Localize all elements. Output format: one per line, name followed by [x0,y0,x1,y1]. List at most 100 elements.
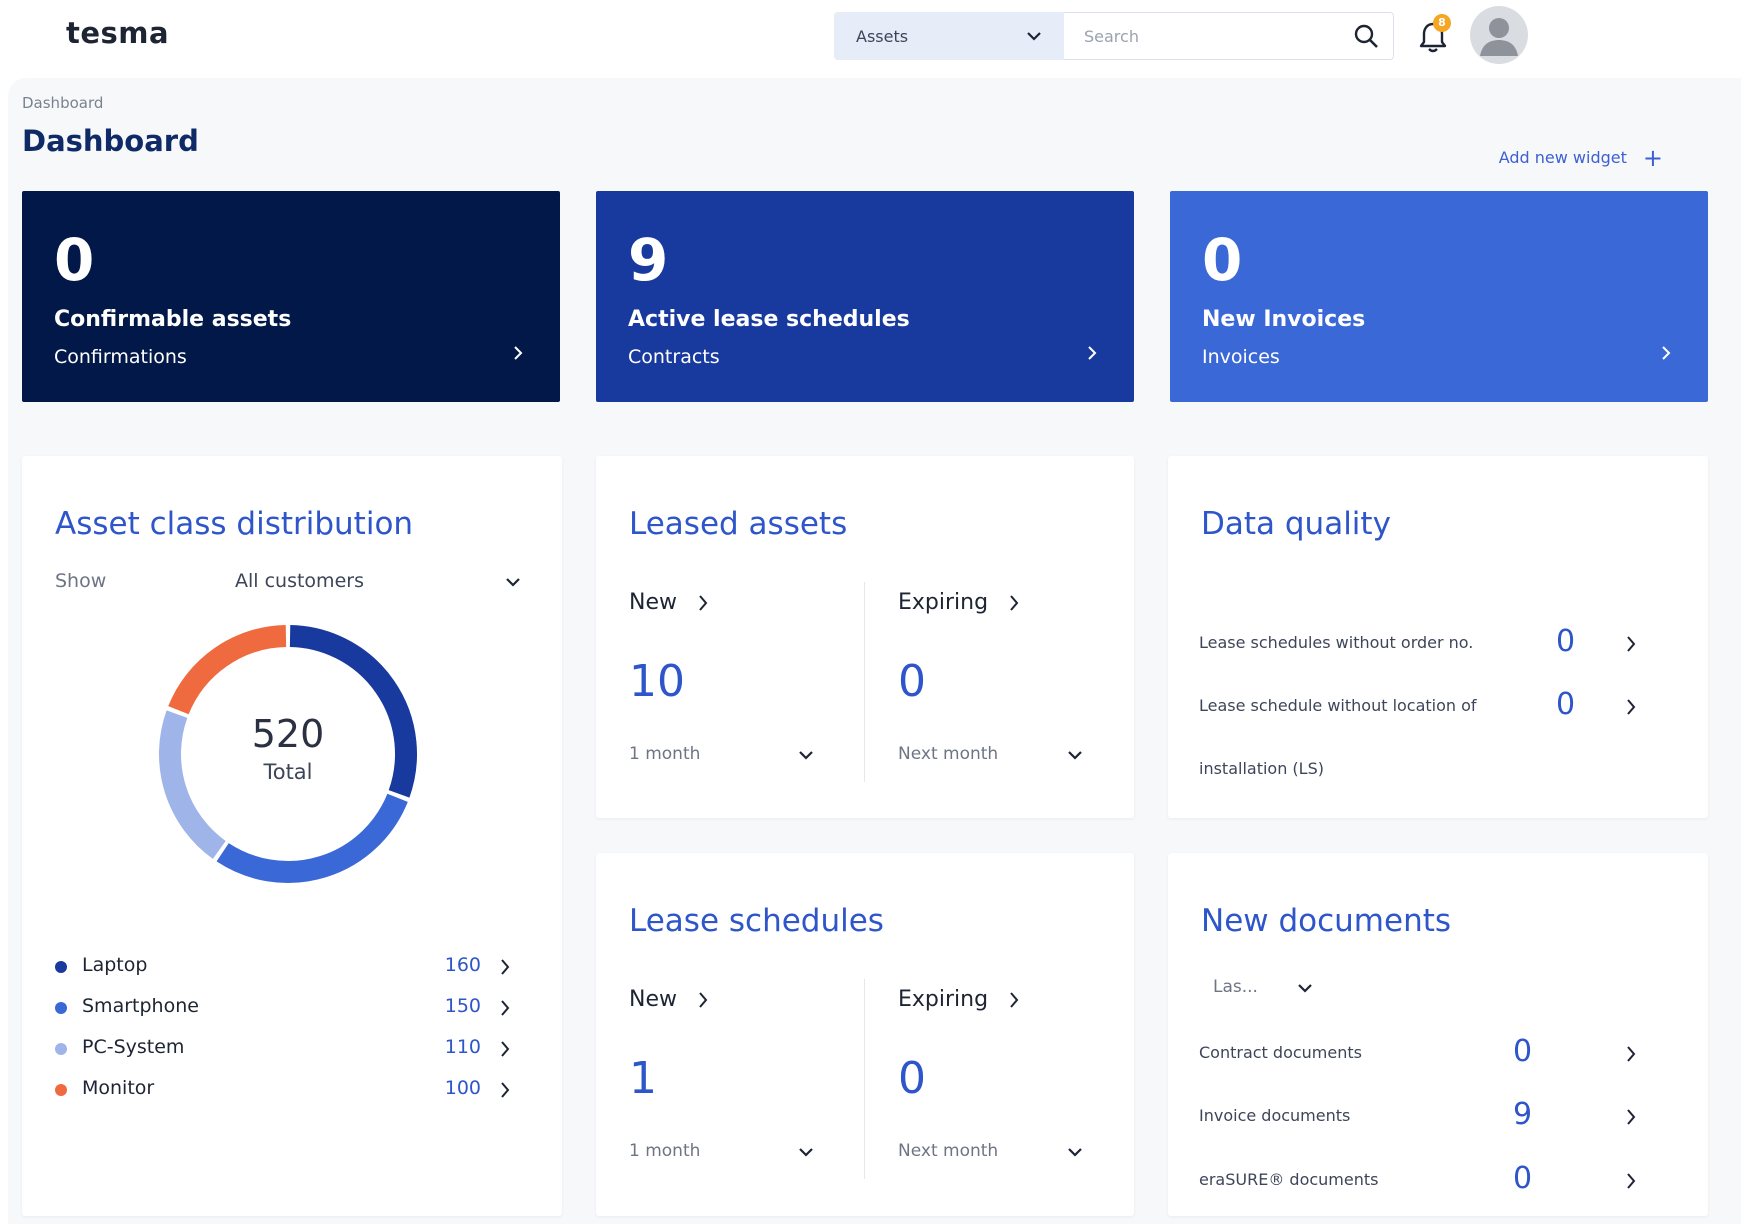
add-widget-label: Add new widget [1498,148,1627,167]
new-period-select[interactable]: 1 month [629,1135,814,1169]
kpi-value: 0 [1202,226,1243,294]
breadcrumb[interactable]: Dashboard [22,94,103,112]
legend-label: Smartphone [82,995,199,1017]
row-label: Lease schedule without location of [1199,696,1477,715]
kpi-value: 0 [54,226,95,294]
chevron-down-icon [506,578,520,587]
chevron-right-icon [699,991,708,1008]
new-documents-card: New documents Las... Contract documents … [1168,853,1708,1216]
search-input[interactable] [1084,26,1353,46]
schedules-expiring-link[interactable]: Expiring [898,987,1020,1012]
new-value: 1 [629,1053,657,1104]
card-title: Data quality [1201,506,1391,542]
lease-schedules-card: Lease schedules New 1 1 month Expiring 0… [596,853,1134,1216]
new-value: 10 [629,656,685,707]
chevron-right-icon [1010,991,1019,1008]
legend-item-smartphone[interactable]: Smartphone 150 [55,993,545,1025]
customer-filter-select[interactable]: All customers [235,562,545,602]
notifications-button[interactable]: 8 [1418,14,1452,54]
kpi-subtitle: Invoices [1202,346,1280,368]
donut-segment-smartphone[interactable] [216,793,408,883]
chevron-right-icon [1662,346,1671,360]
legend-value: 100 [444,1077,481,1099]
expiring-label: Expiring [898,987,989,1012]
leased-assets-card: Leased assets New 10 1 month Expiring 0 … [596,456,1134,818]
kpi-title: Confirmable assets [54,307,292,332]
schedules-new-link[interactable]: New [629,987,709,1012]
notification-badge: 8 [1433,14,1451,32]
documents-row-invoice[interactable]: Invoice documents 9 [1199,1097,1679,1137]
documents-row-erasure[interactable]: eraSURE® documents 0 [1199,1161,1679,1201]
top-bar: tesma Assets 8 [0,0,1741,74]
period-value: Las... [1213,977,1258,997]
data-quality-row[interactable]: Lease schedules without order no. 0 [1199,624,1679,664]
new-label: New [629,987,677,1012]
data-quality-row[interactable]: Lease schedule without location of insta… [1199,687,1679,787]
row-value: 9 [1513,1097,1533,1132]
row-value: 0 [1513,1034,1533,1069]
period-value: Next month [898,1141,999,1161]
card-title: New documents [1201,903,1452,939]
documents-period-select[interactable]: Las... [1213,971,1323,1005]
kpi-confirmable-assets[interactable]: 0 Confirmable assets Confirmations [22,191,560,402]
avatar[interactable] [1470,6,1528,64]
leased-expiring-link[interactable]: Expiring [898,590,1020,615]
row-label: Invoice documents [1199,1106,1351,1125]
kpi-title: Active lease schedules [628,307,910,332]
search-icon[interactable] [1353,23,1379,49]
chevron-right-icon [1627,1173,1636,1189]
chevron-right-icon [699,594,708,611]
chevron-right-icon [514,346,523,360]
legend-label: Laptop [82,954,148,976]
divider [864,979,865,1179]
chevron-right-icon [501,1000,510,1016]
expiring-period-select[interactable]: Next month [898,738,1083,772]
data-quality-card: Data quality Lease schedules without ord… [1168,456,1708,818]
legend-item-pc-system[interactable]: PC-System 110 [55,1034,545,1066]
legend-item-monitor[interactable]: Monitor 100 [55,1075,545,1107]
documents-row-contract[interactable]: Contract documents 0 [1199,1034,1679,1074]
legend-label: PC-System [82,1036,185,1058]
row-value: 0 [1513,1161,1533,1196]
expiring-label: Expiring [898,590,989,615]
chevron-right-icon [1627,1109,1636,1125]
kpi-subtitle: Contracts [628,346,720,368]
row-label-continued: installation (LS) [1199,759,1324,778]
chevron-down-icon [1068,1148,1082,1157]
chevron-down-icon [799,751,813,760]
donut-segment-monitor[interactable] [168,625,287,715]
row-label: eraSURE® documents [1199,1170,1379,1189]
period-value: Next month [898,744,999,764]
expiring-value: 0 [898,656,926,707]
kpi-subtitle: Confirmations [54,346,187,368]
chevron-right-icon [501,959,510,975]
search-type-select[interactable]: Assets [834,12,1064,60]
chevron-down-icon [1298,984,1312,993]
row-value: 0 [1556,687,1576,722]
card-title: Lease schedules [629,903,884,939]
legend-label: Monitor [82,1077,155,1099]
plus-icon: + [1642,143,1663,172]
chevron-down-icon [1068,751,1082,760]
legend-item-laptop[interactable]: Laptop 160 [55,952,545,984]
search-box [1064,12,1394,60]
app-logo[interactable]: tesma [66,16,169,50]
kpi-active-lease-schedules[interactable]: 9 Active lease schedules Contracts [596,191,1134,402]
add-widget-button[interactable]: Add new widget + [1498,143,1663,172]
period-value: 1 month [629,744,701,764]
expiring-period-select[interactable]: Next month [898,1135,1083,1169]
chevron-right-icon [501,1082,510,1098]
new-label: New [629,590,677,615]
legend-dot [55,1043,67,1055]
expiring-value: 0 [898,1053,926,1104]
kpi-new-invoices[interactable]: 0 New Invoices Invoices [1170,191,1708,402]
new-period-select[interactable]: 1 month [629,738,814,772]
leased-new-link[interactable]: New [629,590,709,615]
user-icon [1480,18,1518,56]
row-label: Contract documents [1199,1043,1362,1062]
legend-dot [55,961,67,973]
legend-dot [55,1002,67,1014]
legend-value: 150 [444,995,481,1017]
donut-total-label: Total [263,760,313,784]
kpi-title: New Invoices [1202,307,1366,332]
